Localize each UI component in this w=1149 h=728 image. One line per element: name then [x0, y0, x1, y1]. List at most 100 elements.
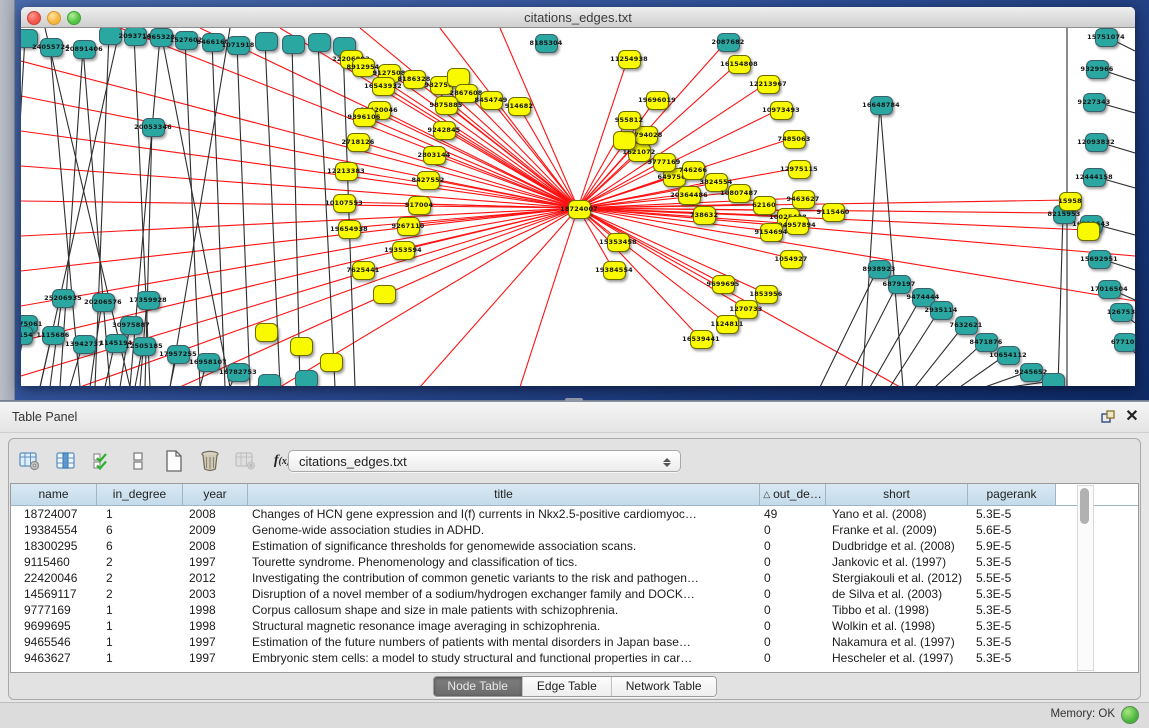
graph-node[interactable]: 10107553	[333, 194, 356, 213]
graph-node[interactable]: 10973493	[770, 101, 793, 120]
graph-node[interactable]: 11254938	[618, 50, 641, 69]
graph-node[interactable]	[320, 353, 343, 372]
graph-node[interactable]: 9777169	[653, 153, 676, 172]
graph-node[interactable]: 94957894	[786, 216, 809, 235]
graph-node[interactable]: 9242845	[433, 121, 456, 140]
table-row[interactable]: 946554611997Estimation of the future num…	[11, 634, 1138, 650]
graph-node[interactable]: 1145194	[105, 334, 128, 353]
table-row[interactable]: 2242004622012Investigating the contribut…	[11, 570, 1138, 586]
graph-node[interactable]: 12444158	[1083, 168, 1106, 187]
graph-node[interactable]: 9699695	[712, 275, 735, 294]
graph-node[interactable]: 8912954	[352, 58, 375, 77]
graph-node[interactable]: 62160	[753, 196, 776, 215]
graph-node[interactable]: 19696019	[646, 91, 669, 110]
graph-node[interactable]: 30975887	[120, 316, 143, 335]
graph-node[interactable]: 8185304	[535, 34, 558, 53]
graph-node[interactable]	[1077, 222, 1100, 241]
graph-node[interactable]: 12213967	[757, 75, 780, 94]
memory-status-icon[interactable]	[1121, 706, 1139, 724]
graph-node[interactable]	[258, 374, 281, 387]
graph-node[interactable]	[282, 35, 305, 54]
column-header-out_de[interactable]: △out_de…	[760, 484, 826, 505]
graph-node[interactable]: 16958107	[197, 353, 220, 372]
graph-node[interactable]: 1054927	[780, 250, 803, 269]
graph-node[interactable]	[290, 337, 313, 356]
graph-node[interactable]: 17016504	[1098, 280, 1121, 299]
graph-node[interactable]: 126753	[1110, 303, 1133, 322]
graph-node[interactable]: 7485063	[783, 130, 806, 149]
graph-node[interactable]: 13942737	[73, 335, 96, 354]
column-header-title[interactable]: title	[248, 484, 760, 505]
graph-node[interactable]: 20206576	[92, 293, 115, 312]
graph-node[interactable]: 8454749	[480, 91, 503, 110]
graph-node[interactable]: 15751074	[1095, 28, 1118, 47]
graph-node[interactable]: 1071918	[227, 36, 250, 55]
graph-node[interactable]: 6879197	[888, 275, 911, 294]
graph-node[interactable]: 19353594	[392, 241, 415, 260]
graph-node[interactable]: 39154	[21, 326, 33, 345]
graph-node[interactable]: 8938923	[868, 260, 891, 279]
graph-node[interactable]: 7625441	[352, 261, 375, 280]
graph-node[interactable]: 16539441	[690, 330, 713, 349]
column-header-year[interactable]: year	[183, 484, 248, 505]
graph-node[interactable]: 9329966	[1086, 60, 1109, 79]
graph-node[interactable]: 16543932	[372, 77, 395, 96]
graph-node[interactable]	[308, 33, 331, 52]
table-settings-icon[interactable]	[19, 450, 41, 472]
graph-node[interactable]: 8427552	[417, 171, 440, 190]
graph-node[interactable]: 1124811	[716, 315, 739, 334]
graph-node[interactable]	[255, 323, 278, 342]
column-header-short[interactable]: short	[826, 484, 968, 505]
graph-node[interactable]: 15692951	[1088, 250, 1111, 269]
graph-node[interactable]: 738632	[693, 206, 716, 225]
select-columns-icon[interactable]	[91, 450, 113, 472]
graph-node[interactable]	[1042, 373, 1065, 387]
column-header-in_degree[interactable]: in_degree	[97, 484, 183, 505]
graph-node[interactable]: 10654112	[997, 346, 1020, 365]
graph-node[interactable]	[295, 370, 318, 387]
network-table-select[interactable]: citations_edges.txt	[288, 450, 681, 472]
graph-node[interactable]	[255, 32, 278, 51]
table-row[interactable]: 977716911998Corpus callosum shape and si…	[11, 602, 1138, 618]
graph-node[interactable]: 24055724	[40, 38, 63, 57]
tab-edge-table[interactable]: Edge Table	[523, 677, 612, 696]
graph-node[interactable]: 20053346	[142, 118, 165, 137]
table-row[interactable]: 969969511998Structural magnetic resonanc…	[11, 618, 1138, 634]
graph-node[interactable]	[613, 131, 636, 150]
float-panel-icon[interactable]	[1099, 408, 1117, 426]
graph-node[interactable]: 9115460	[822, 203, 845, 222]
table-vertical-scrollbar[interactable]	[1077, 485, 1094, 671]
column-header-name[interactable]: name	[11, 484, 97, 505]
graph-node[interactable]: 1853956	[755, 285, 778, 304]
graph-node[interactable]: 746266	[682, 161, 705, 180]
graph-node[interactable]: 9245652	[1020, 363, 1043, 382]
create-table-icon[interactable]	[163, 450, 185, 472]
graph-node[interactable]: 12975115	[788, 160, 811, 179]
graph-node[interactable]: 17957255	[167, 345, 190, 364]
graph-node[interactable]: 955812	[618, 111, 641, 130]
graph-node[interactable]: 9154694	[760, 223, 783, 242]
graph-node[interactable]: 9463627	[792, 190, 815, 209]
graph-node[interactable]: 917004	[408, 196, 431, 215]
graph-node[interactable]: 8186328	[403, 70, 426, 89]
graph-node[interactable]: 16154808	[728, 55, 751, 74]
delete-table-icon[interactable]	[199, 450, 221, 472]
graph-node[interactable]	[373, 285, 396, 304]
graph-node[interactable]: 19384554	[603, 261, 626, 280]
table-row[interactable]: 1456911722003Disruption of a novel membe…	[11, 586, 1138, 602]
graph-node[interactable]: 19654938	[338, 220, 361, 239]
close-panel-icon[interactable]: ✕	[1123, 408, 1141, 426]
graph-node[interactable]: 16782753	[227, 363, 250, 382]
graph-node[interactable]: 2935114	[930, 301, 953, 320]
graph-node[interactable]: 9396106	[353, 108, 376, 127]
graph-node[interactable]: 8471876	[975, 333, 998, 352]
graph-node[interactable]: 10807487	[728, 184, 751, 203]
graph-node[interactable]: 16648784	[870, 96, 893, 115]
graph-node[interactable]: 677102	[1114, 333, 1136, 352]
graph-node[interactable]: 9267110	[397, 217, 420, 236]
graph-node[interactable]: 1115686	[42, 326, 65, 345]
graph-node[interactable]: 17359928	[137, 291, 160, 310]
graph-node[interactable]: 15958	[1059, 192, 1082, 211]
graph-node[interactable]: 7632621	[955, 316, 978, 335]
tab-node-table[interactable]: Node Table	[433, 677, 523, 696]
